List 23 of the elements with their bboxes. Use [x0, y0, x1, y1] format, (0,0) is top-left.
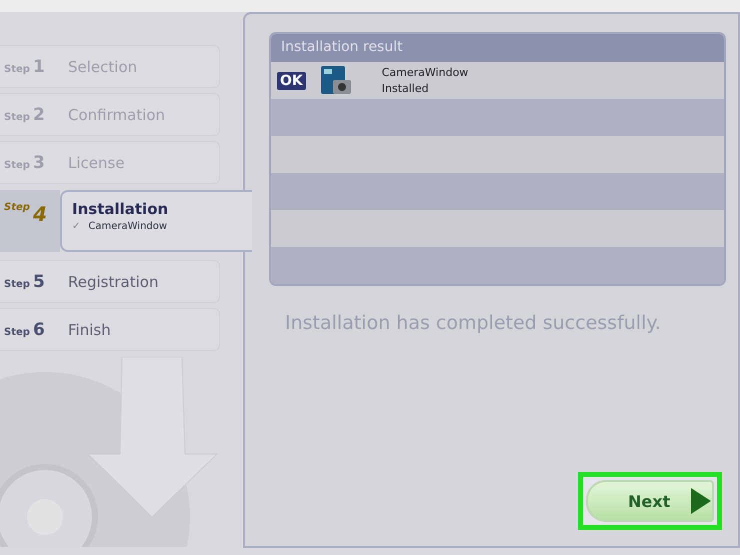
next-button[interactable]: Next — [586, 480, 714, 522]
check-icon: ✓ — [72, 221, 80, 232]
install-status: Installed — [382, 82, 430, 95]
step-label: Confirmation — [68, 106, 166, 124]
step-item[interactable]: Step 6 Finish — [0, 308, 220, 351]
step-label: Installation — [72, 200, 170, 218]
step-item[interactable]: Step 5 Registration — [0, 260, 220, 303]
panel-header: Installation result — [271, 34, 724, 62]
step-number: Step 5 — [3, 272, 46, 292]
step-label: Selection — [68, 58, 138, 76]
step-label: Finish — [68, 320, 111, 338]
app-name: CameraWindow — [382, 66, 468, 79]
play-arrow-icon — [690, 487, 712, 515]
step-label: License — [68, 154, 125, 172]
step-number: Step 1 — [3, 56, 46, 76]
camera-app-icon — [320, 64, 352, 96]
ok-badge: OK — [277, 72, 306, 90]
step-number: Step 2 — [3, 104, 46, 124]
step-number: Step 6 — [3, 320, 46, 340]
step-label: Registration — [68, 272, 158, 290]
component-label: CameraWindow — [88, 221, 168, 232]
status-message: Installation has completed successfully. — [285, 312, 662, 334]
step-number: Step 3 — [3, 152, 46, 172]
